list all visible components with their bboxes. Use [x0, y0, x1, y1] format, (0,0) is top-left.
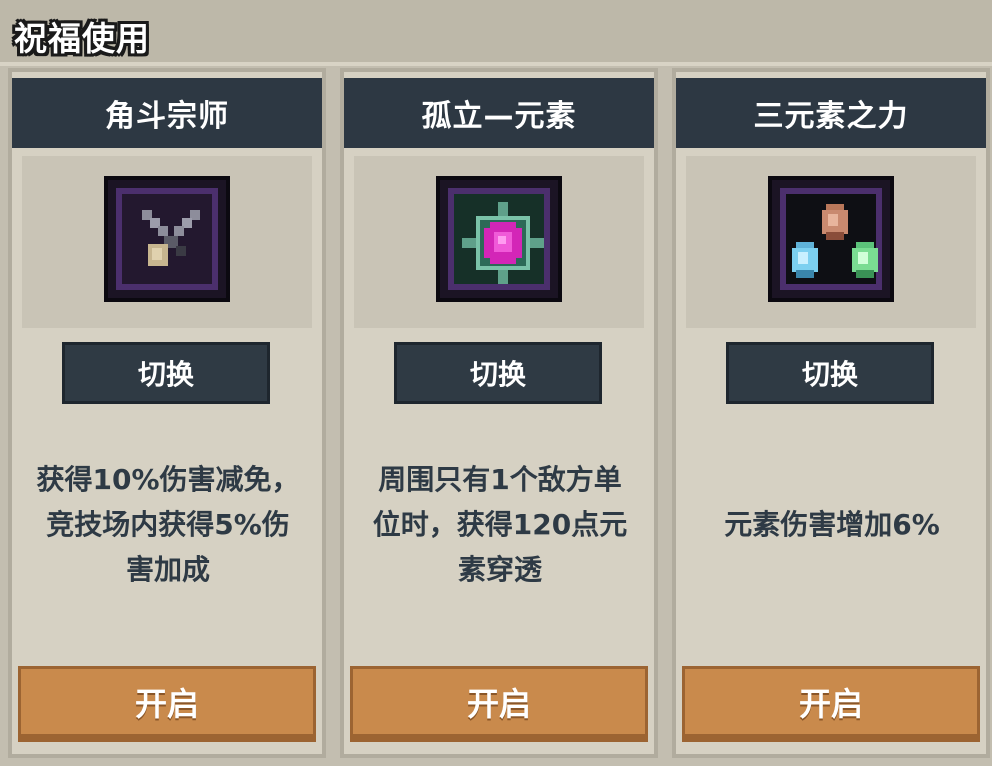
card-title: 角斗宗师 [12, 78, 322, 148]
three-elements-icon [768, 176, 894, 302]
activate-button[interactable]: 开启 [682, 666, 980, 742]
blessing-description: 获得10%伤害减免， 竞技场内获得5%伤 害加成 [18, 444, 318, 604]
desc-line: 素穿透 [457, 552, 542, 586]
activate-button[interactable]: 开启 [350, 666, 648, 742]
switch-button[interactable]: 切换 [726, 342, 934, 404]
blessing-card-isolation-element: 孤立—元素 切换 周围只有1个敌方单 位时，获得120点元 素穿透 开启 [340, 68, 658, 758]
card-title: 孤立—元素 [344, 78, 654, 148]
activate-button[interactable]: 开启 [18, 666, 316, 742]
desc-line: 害加成 [125, 552, 210, 586]
icon-well [354, 156, 644, 328]
blessing-description: 周围只有1个敌方单 位时，获得120点元 素穿透 [350, 444, 650, 604]
desc-line: 竞技场内获得5%伤 [46, 507, 290, 541]
blessing-card-list: 角斗宗师 切换 获得10%伤害减免， 竞技场内获得5%伤 害加成 开启 孤立—元… [0, 68, 992, 766]
card-title: 三元素之力 [676, 78, 986, 148]
blessing-header: 祝福使用 [0, 0, 992, 66]
desc-line: 元素伤害增加6% [724, 507, 940, 541]
crossed-swords-icon [104, 176, 230, 302]
desc-line: 位时，获得120点元 [372, 507, 628, 541]
desc-line: 获得10%伤害减免， [36, 462, 300, 496]
magenta-gem-icon [436, 176, 562, 302]
switch-button[interactable]: 切换 [394, 342, 602, 404]
switch-button[interactable]: 切换 [62, 342, 270, 404]
blessing-card-three-elements: 三元素之力 切换 元素伤害增加6% 开启 [672, 68, 990, 758]
icon-well [686, 156, 976, 328]
blessing-card-gladiator: 角斗宗师 切换 获得10%伤害减免， 竞技场内获得5%伤 害加成 开启 [8, 68, 326, 758]
icon-well [22, 156, 312, 328]
page-title: 祝福使用 [14, 19, 150, 58]
blessing-description: 元素伤害增加6% [682, 444, 982, 604]
desc-line: 周围只有1个敌方单 [378, 462, 622, 496]
